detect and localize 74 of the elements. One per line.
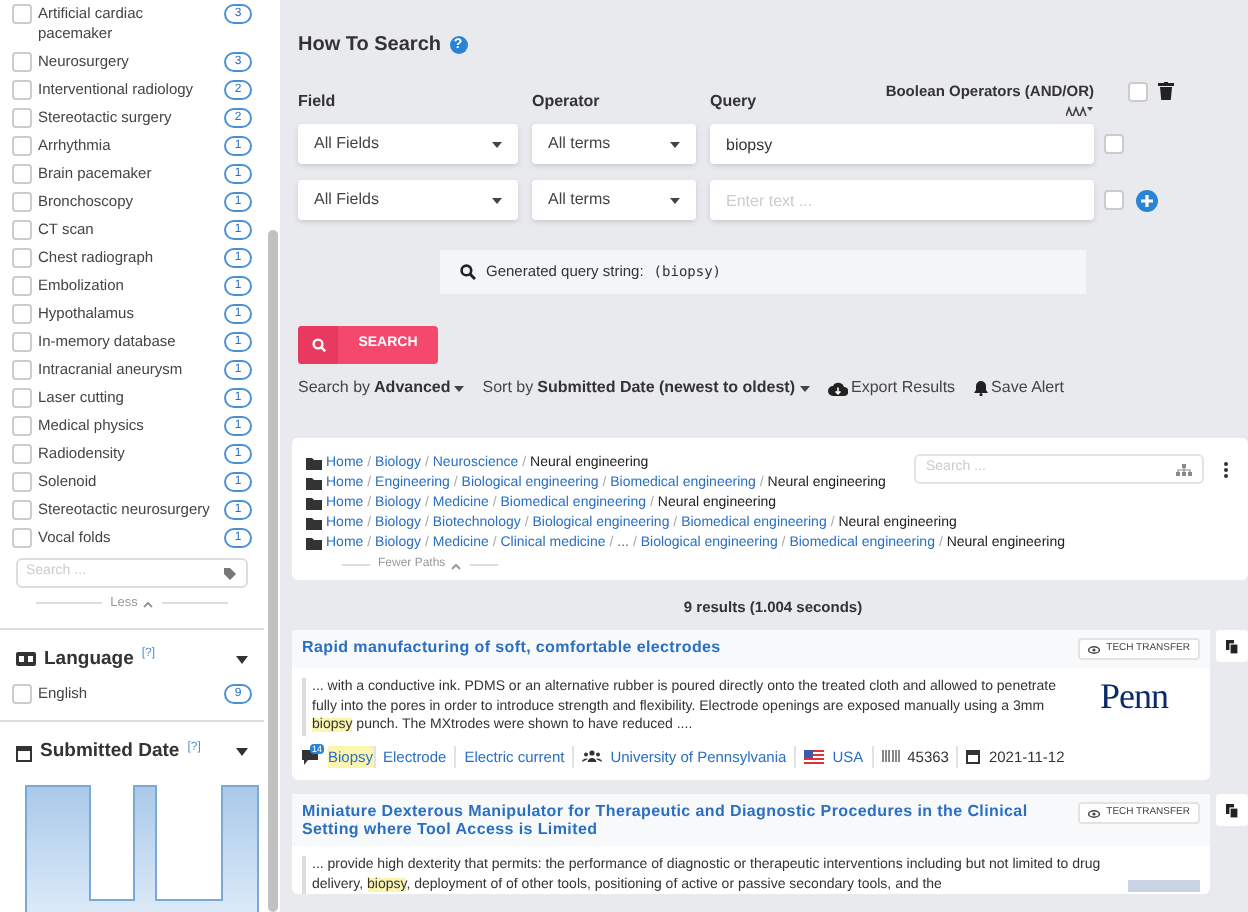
search-icon [460, 264, 476, 280]
checkbox[interactable] [12, 684, 32, 704]
checkbox[interactable] [12, 332, 32, 352]
copy-button[interactable] [1216, 630, 1248, 663]
eye-icon [1088, 645, 1101, 654]
checkbox[interactable] [12, 164, 32, 184]
dropdown[interactable]: All terms [532, 124, 696, 164]
bell-icon [973, 380, 988, 396]
checkbox[interactable] [12, 248, 32, 268]
copy-icon [1226, 803, 1238, 817]
checkbox[interactable] [1128, 82, 1148, 103]
people-icon [582, 750, 603, 763]
flag-icon [804, 749, 825, 764]
caret-down-icon [799, 385, 810, 391]
toolbar-link[interactable]: Save Alert [973, 376, 1065, 400]
caret-down-icon [670, 141, 680, 147]
university-logo: Penn [1100, 678, 1171, 715]
copy-icon [1226, 639, 1238, 654]
caret-down-icon [670, 197, 680, 203]
chevron-up-icon [449, 561, 462, 569]
checkbox[interactable] [12, 52, 32, 72]
barcode-icon [881, 750, 900, 763]
checkbox[interactable] [12, 472, 32, 492]
dropdown[interactable]: All Fields [298, 180, 518, 220]
checkbox[interactable] [1104, 134, 1124, 154]
facet-title: Submitted Date [40, 738, 180, 766]
caret-down-icon [236, 655, 248, 664]
hierarchy-icon [1176, 463, 1192, 475]
cloud-download-icon [827, 381, 848, 395]
add-icon [1136, 189, 1158, 211]
result-title-link[interactable]: Miniature Dexterous Manipulator for Therapeutic and Diagnostic Procedures in the Clinical Setting where Tool Access is Limited [302, 802, 1063, 838]
language-icon [16, 652, 36, 667]
checkbox[interactable] [1104, 190, 1124, 210]
scrollbar-thumb[interactable] [268, 230, 278, 912]
facet-title: Language [44, 645, 134, 674]
caret-down-icon [492, 197, 502, 203]
copy-button[interactable] [1216, 794, 1248, 826]
section-title: How To Search [298, 32, 441, 60]
case-toggle-icon [1066, 103, 1094, 116]
dropdown[interactable]: All Fields [298, 124, 518, 164]
caret-down-icon [454, 385, 465, 391]
university-logo [1128, 880, 1200, 892]
query-field[interactable]: biopsy [710, 124, 1094, 164]
column-header: Field [298, 92, 336, 110]
sort-dropdown[interactable]: Search by Advanced [298, 376, 465, 400]
checkbox[interactable] [12, 304, 32, 324]
checkbox[interactable] [12, 444, 32, 464]
checkbox[interactable] [12, 80, 32, 100]
checkbox[interactable] [12, 276, 32, 296]
checkbox[interactable] [12, 192, 32, 212]
dropdown[interactable]: All terms [532, 180, 696, 220]
calendar-icon [16, 743, 32, 762]
checkbox[interactable] [12, 500, 32, 520]
checkbox[interactable] [12, 220, 32, 240]
trash-icon [1158, 82, 1174, 101]
eye-icon [1088, 809, 1101, 817]
column-header: Query [710, 92, 757, 110]
calendar-icon [966, 748, 981, 765]
checkbox[interactable] [12, 108, 32, 128]
sort-dropdown[interactable]: Sort by Submitted Date (newest to oldest) [482, 376, 810, 400]
toolbar-link[interactable]: Export Results [827, 376, 956, 400]
column-header: Operator [532, 92, 600, 110]
chevron-up-icon [141, 599, 154, 608]
checkbox[interactable] [12, 528, 32, 548]
result-title-link[interactable]: Rapid manufacturing of soft, comfortable electrodes [302, 638, 721, 657]
checkbox[interactable] [12, 388, 32, 408]
search-icon [311, 338, 325, 352]
checkbox[interactable] [12, 416, 32, 436]
caret-down-icon [492, 141, 502, 147]
tag-icon [222, 565, 238, 581]
checkbox[interactable] [12, 4, 32, 24]
checkbox[interactable] [12, 360, 32, 380]
checkbox[interactable] [12, 136, 32, 156]
caret-down-icon [236, 748, 248, 757]
